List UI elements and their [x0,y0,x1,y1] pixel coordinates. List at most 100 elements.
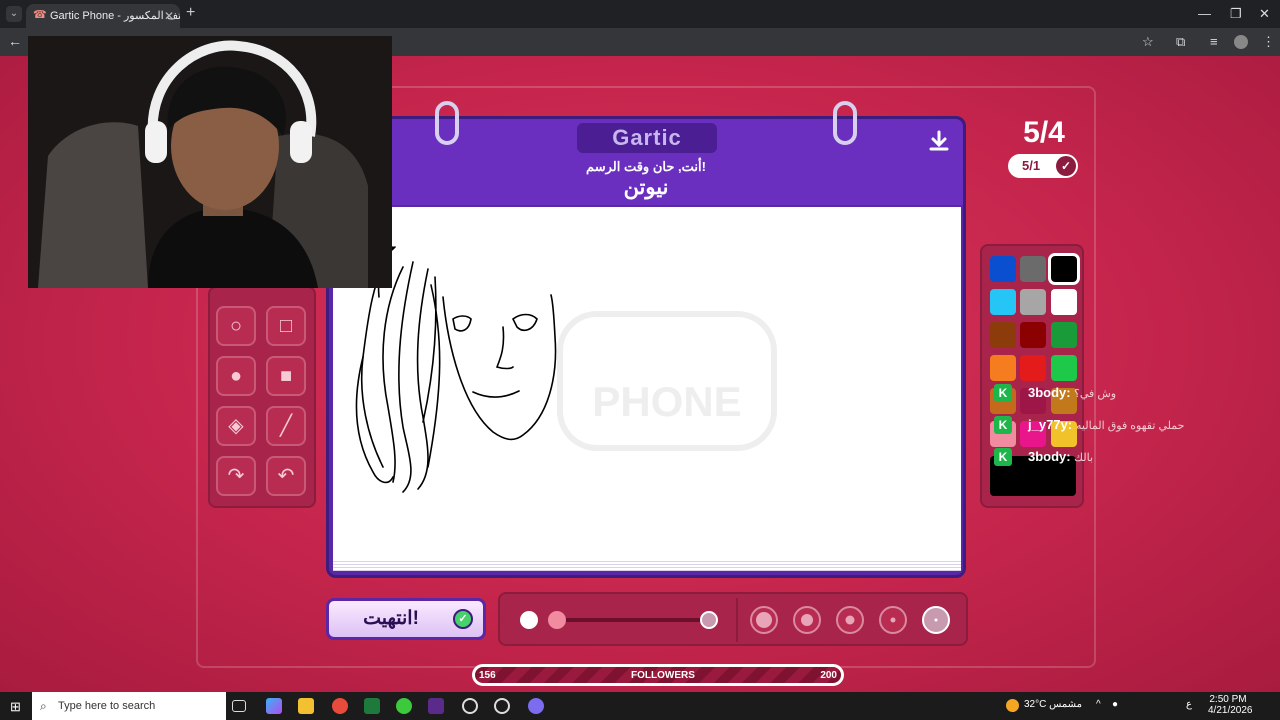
chat-username: j_y77y: [1028,417,1073,432]
tab-title: Gartic Phone - الهاتف المكسور [50,10,180,22]
opacity-slider-track[interactable] [554,618,714,622]
color-swatch-green[interactable] [1051,355,1077,381]
media-icon[interactable]: ≡ [1210,34,1218,49]
brush-size-md[interactable] [836,606,864,634]
followers-label: FOLLOWERS [631,670,695,681]
kick-badge-icon: K [994,448,1012,466]
chat-message: K 3body: وش في؟ [990,382,1210,414]
file-explorer-icon[interactable] [298,698,314,714]
fill-bucket-tool[interactable]: ◈ [216,406,256,446]
profile-avatar[interactable] [1234,35,1248,49]
opacity-slider-handle[interactable] [548,611,566,629]
language-indicator[interactable]: ع [1186,699,1192,710]
clock[interactable]: 2:50 PM 4/21/2026 [1208,694,1253,716]
opacity-min-dot [520,611,538,629]
tools-panel: ○ □ ● ■ ◈ ╱ ↷ ↶ [208,286,316,508]
clock-time: 2:50 PM [1209,694,1247,705]
brush-size-sm[interactable] [879,606,907,634]
clock-date: 4/21/2026 [1208,705,1253,716]
app-icon-circle[interactable] [494,698,510,714]
gartic-logo: Gartic [577,123,717,153]
followers-goal-bar: 156 FOLLOWERS 200 [472,664,844,686]
windows-taskbar: ⊞ ⌕ Type here to search 32°C مشمس ^ ● ع … [0,692,1280,720]
minimize-button[interactable]: — [1198,6,1211,21]
brush-size-xl[interactable] [750,606,778,634]
check-circle-icon: ✓ [453,609,473,629]
search-placeholder: Type here to search [58,700,156,712]
done-button[interactable]: انتهيت! ✓ [326,598,486,640]
chrome-icon[interactable] [332,698,348,714]
color-swatch-cyan[interactable] [990,289,1016,315]
search-icon: ⌕ [40,699,47,713]
chat-message: K j_y77y: حملي تقهوه فوق الماليه [990,414,1210,446]
color-swatch-light-gray[interactable] [1020,289,1046,315]
drawing-strokes [355,246,557,493]
restore-button[interactable]: ❐ [1230,6,1242,22]
new-tab-button[interactable]: + [186,4,195,22]
followers-current: 156 [479,670,496,681]
rectangle-outline-tool[interactable]: □ [266,306,306,346]
webcam-overlay [28,36,392,288]
rectangle-filled-tool[interactable]: ■ [266,356,306,396]
app-icon-green[interactable] [396,698,412,714]
instruction-text: أنت, حان وقت الرسم! [586,159,706,174]
color-swatch-red[interactable] [1020,355,1046,381]
weather-sun-icon [1006,699,1019,712]
sub-round-text: 5/1 [1022,158,1041,173]
chat-message: K 3body: بالك [990,446,1210,478]
menu-icon[interactable]: ⋮ [1262,34,1275,50]
brush-size-lg[interactable] [793,606,821,634]
color-swatch-blue[interactable] [990,256,1016,282]
brush-settings-bar [498,592,968,646]
chat-text: حملي تقهوه فوق الماليه [1076,420,1185,432]
followers-goal: 200 [820,670,837,681]
color-swatch-white[interactable] [1051,289,1077,315]
excel-icon[interactable] [364,698,380,714]
phone-icon: ☎ [33,9,47,21]
bookmark-star-icon[interactable]: ☆ [1142,34,1154,50]
tab-list-button[interactable]: ⌄ [6,6,22,22]
notebook-ring-left [435,101,459,145]
weather-text[interactable]: 32°C مشمس [1024,699,1082,710]
browser-tab-active[interactable]: ☎ Gartic Phone - الهاتف المكسور ✕ [26,4,180,28]
color-swatch-dark-green[interactable] [1051,322,1077,348]
obs-icon[interactable] [462,698,478,714]
back-arrow-icon[interactable]: ← [8,33,22,49]
task-view-icon[interactable] [232,700,246,712]
notebook-page-edge [333,559,961,571]
brush-size-xs-selected[interactable] [922,606,950,634]
close-tab-icon[interactable]: ✕ [164,4,174,28]
prompt-word: نيوتن [623,176,669,199]
ellipse-filled-tool[interactable]: ● [216,356,256,396]
notebook-header: Gartic أنت, حان وقت الرسم! نيوتن [329,119,963,205]
done-label: انتهيت! [363,608,419,629]
color-swatch-orange[interactable] [990,355,1016,381]
redo-icon[interactable]: ↷ [216,456,256,496]
drawing-canvas[interactable]: PHONE [333,207,961,559]
windows-start-icon[interactable]: ⊞ [10,699,21,715]
line-tool[interactable]: ╱ [266,406,306,446]
tray-chevron-icon[interactable]: ^ [1096,699,1101,710]
app-icon-next[interactable] [428,698,444,714]
taskbar-search[interactable]: ⌕ Type here to search [32,692,226,720]
color-swatch-gray[interactable] [1020,256,1046,282]
color-swatch-black[interactable] [1048,253,1080,285]
copilot-icon[interactable] [266,698,282,714]
undo-icon[interactable]: ↶ [266,456,306,496]
discord-icon[interactable] [528,698,544,714]
mic-icon[interactable]: ● [1112,699,1118,710]
color-swatch-brown[interactable] [990,322,1016,348]
kick-badge-icon: K [994,384,1012,402]
ellipse-outline-tool[interactable]: ○ [216,306,256,346]
stream-chat: K 3body: وش في؟ K j_y77y: حملي تقهوه فوق… [990,382,1210,478]
chat-username: 3body: [1028,385,1071,400]
opacity-max-dot [700,611,718,629]
round-counter: 5/4 [1023,116,1065,149]
download-icon[interactable] [927,129,951,153]
color-swatch-dark-red[interactable] [1020,322,1046,348]
chat-username: 3body: [1028,449,1071,464]
chat-text: وش في؟ [1074,388,1117,400]
extensions-icon[interactable]: ⧉ [1176,34,1185,50]
notebook-ring-right [833,101,857,145]
close-window-button[interactable]: ✕ [1259,6,1270,22]
